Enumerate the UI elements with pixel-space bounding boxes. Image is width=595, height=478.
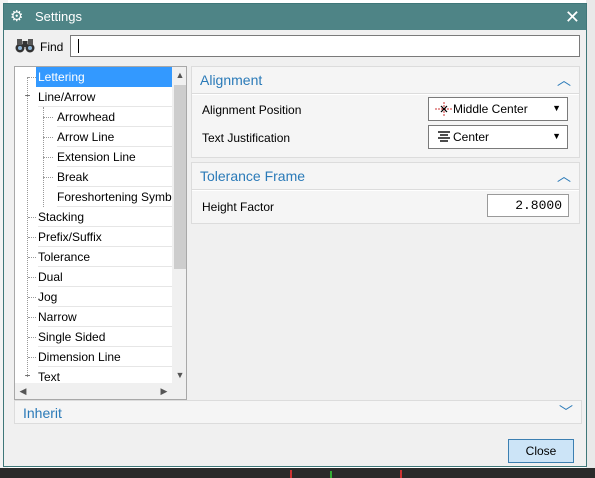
tree-item-label: Text [38, 370, 61, 384]
alignment-position-dropdown[interactable]: Middle Center ▼ [428, 97, 568, 121]
tree-item-label: Foreshortening Symb [57, 190, 172, 204]
tree-item-label: Arrowhead [57, 110, 116, 124]
background-mark [330, 471, 332, 478]
tree-item-single-sided[interactable]: Single Sided [28, 327, 172, 347]
scrollbar-corner [172, 383, 186, 399]
tolerance-frame-header[interactable]: Tolerance Frame [200, 168, 305, 184]
tree-item-break[interactable]: Break [43, 167, 172, 187]
tree-item-label: Extension Line [57, 150, 136, 164]
background-mark [290, 470, 292, 478]
tree-vertical-scrollbar[interactable]: ▲ ▼ [172, 67, 186, 383]
tree-item-label: Dual [38, 270, 63, 284]
tolerance-frame-panel: Tolerance Frame ︿ Height Factor 2.8000 [191, 162, 580, 224]
background-app-bottom [0, 468, 595, 478]
scroll-down-icon[interactable]: ▼ [172, 367, 186, 383]
tree-item-prefix-suffix[interactable]: Prefix/Suffix [28, 227, 172, 247]
collapse-icon[interactable]: − [23, 92, 32, 102]
text-justification-label: Text Justification [202, 131, 291, 145]
inherit-header[interactable]: Inherit [23, 405, 62, 421]
collapse-icon[interactable]: − [23, 372, 32, 382]
tree-item-arrowhead[interactable]: Arrowhead [43, 107, 172, 127]
tree-item-label: Lettering [36, 67, 172, 87]
tree-item-label: Stacking [38, 210, 85, 224]
tree-horizontal-scrollbar[interactable]: ◀ ▶ [15, 383, 172, 399]
chevron-down-icon: ▼ [552, 131, 561, 141]
text-justification-dropdown[interactable]: Center ▼ [428, 125, 568, 149]
tree-item-tolerance[interactable]: Tolerance [28, 247, 172, 267]
close-icon[interactable]: ✕ [565, 6, 580, 28]
tree-item-label: Single Sided [38, 330, 106, 344]
tree-item-foreshortening-symbol[interactable]: Foreshortening Symb [57, 187, 172, 207]
alignment-header[interactable]: Alignment [200, 72, 262, 88]
gear-icon: ⚙ [10, 8, 24, 25]
tree-item-dimension-line[interactable]: Dimension Line [28, 347, 172, 367]
tree-item-jog[interactable]: Jog [28, 287, 172, 307]
find-input[interactable] [70, 35, 580, 57]
tree-item-label: Prefix/Suffix [38, 230, 102, 244]
tree-item-label: Tolerance [38, 250, 91, 264]
scrollbar-thumb[interactable] [174, 85, 186, 269]
binoculars-icon [15, 39, 35, 53]
align-center-icon [438, 131, 450, 142]
collapse-chevron-icon[interactable]: ︿ [557, 166, 571, 186]
dropdown-value: Center [453, 130, 490, 144]
tree-item-label: Arrow Line [57, 130, 115, 144]
dropdown-value: Middle Center [453, 102, 528, 116]
collapse-chevron-icon[interactable]: ︿ [557, 70, 571, 90]
inherit-panel[interactable]: Inherit ﹀ [14, 400, 582, 424]
tree-item-label: Narrow [38, 310, 77, 324]
settings-tree: Lettering − Line/Arrow Arrowhead Arrow L… [14, 66, 187, 400]
tree-item-label: Dimension Line [38, 350, 121, 364]
middle-center-anchor-icon [435, 102, 453, 116]
alignment-panel: Alignment ︿ Alignment Position Middle Ce… [191, 66, 580, 158]
tree-item-label: Line/Arrow [38, 90, 96, 104]
close-button[interactable]: Close [508, 439, 574, 463]
window-title: Settings [35, 9, 82, 24]
tree-connector [27, 77, 28, 377]
text-caret [78, 39, 79, 53]
title-bar[interactable]: ⚙ Settings ✕ [4, 4, 586, 30]
height-factor-input[interactable]: 2.8000 [487, 194, 569, 217]
expand-chevron-icon[interactable]: ﹀ [559, 402, 573, 422]
find-label: Find [40, 40, 64, 54]
background-mark [400, 470, 402, 478]
tree-item-label: Break [57, 170, 89, 184]
scroll-up-icon[interactable]: ▲ [172, 67, 186, 83]
settings-dialog: ⚙ Settings ✕ Find Lettering − Line/Arrow [3, 3, 587, 467]
chevron-down-icon: ▼ [552, 103, 561, 113]
tree-item-narrow[interactable]: Narrow [28, 307, 172, 327]
alignment-position-label: Alignment Position [202, 103, 302, 117]
scroll-right-icon[interactable]: ▶ [156, 383, 172, 399]
tree-item-arrow-line[interactable]: Arrow Line [43, 127, 172, 147]
tree-item-stacking[interactable]: Stacking [28, 207, 172, 227]
tree-item-extension-line[interactable]: Extension Line [43, 147, 172, 167]
find-row: Find [14, 35, 580, 59]
tree-item-dual[interactable]: Dual [28, 267, 172, 287]
tree-item-lettering[interactable]: Lettering [28, 67, 172, 87]
tree-item-label: Jog [38, 290, 58, 304]
scroll-left-icon[interactable]: ◀ [15, 383, 31, 399]
height-factor-label: Height Factor [202, 200, 275, 214]
background-app-right [586, 0, 595, 478]
tree-item-line-arrow[interactable]: − Line/Arrow [25, 87, 172, 107]
